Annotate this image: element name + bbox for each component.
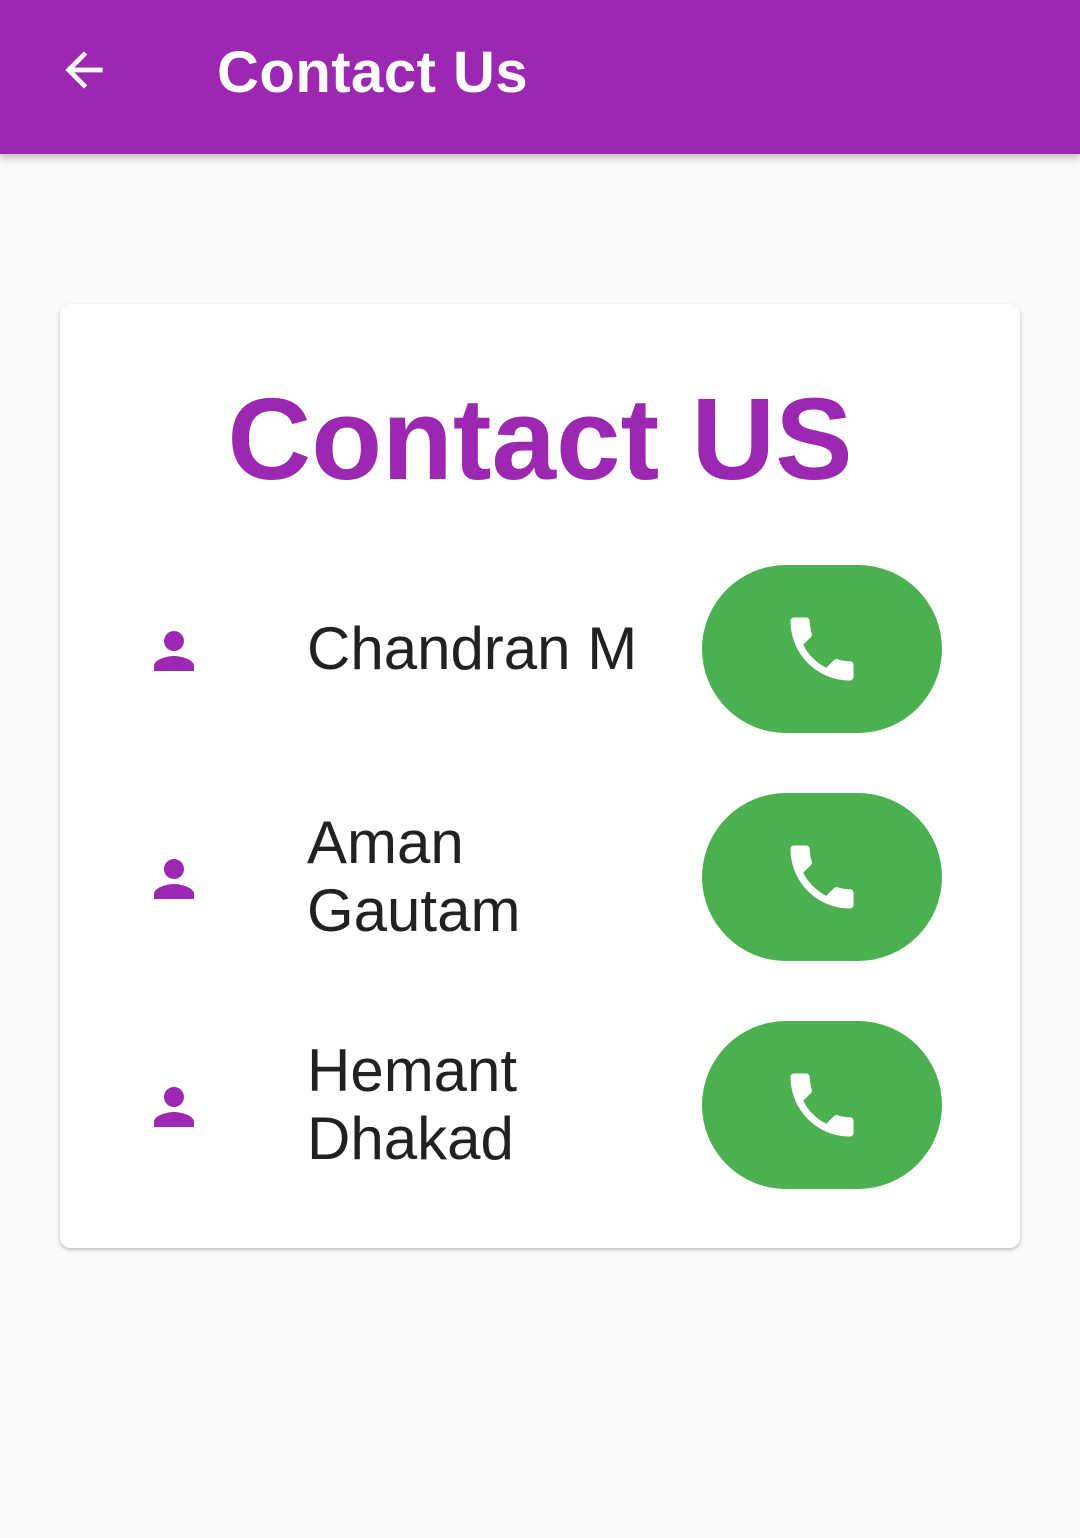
person-icon — [154, 859, 194, 899]
contact-row: Aman Gautam — [60, 793, 1020, 961]
person-icon — [154, 631, 194, 671]
page-title: Contact Us — [217, 40, 529, 105]
app-bar: Contact Us — [0, 0, 1080, 154]
contact-name-text: Chandran M — [307, 615, 638, 682]
phone-icon — [790, 845, 854, 909]
call-button-chandran[interactable] — [702, 565, 942, 733]
phone-icon — [790, 617, 854, 681]
contact-name: Hemant Dhakad — [307, 1021, 687, 1189]
call-button-aman[interactable] — [702, 793, 942, 961]
contact-card: Contact US Chandran M Aman Gautam Hemant… — [60, 304, 1020, 1248]
person-icon — [154, 1087, 194, 1127]
contact-name: Chandran M — [307, 565, 687, 733]
contact-name-text: Aman Gautam — [307, 809, 521, 944]
contact-row: Chandran M — [60, 565, 1020, 733]
back-button[interactable] — [44, 30, 124, 110]
arrow-back-icon — [65, 51, 103, 89]
card-title: Contact US — [227, 374, 853, 504]
contact-name-text: Hemant Dhakad — [307, 1037, 518, 1172]
contact-name: Aman Gautam — [307, 793, 687, 961]
phone-icon — [790, 1073, 854, 1137]
call-button-hemant[interactable] — [702, 1021, 942, 1189]
contact-row: Hemant Dhakad — [60, 1021, 1020, 1189]
